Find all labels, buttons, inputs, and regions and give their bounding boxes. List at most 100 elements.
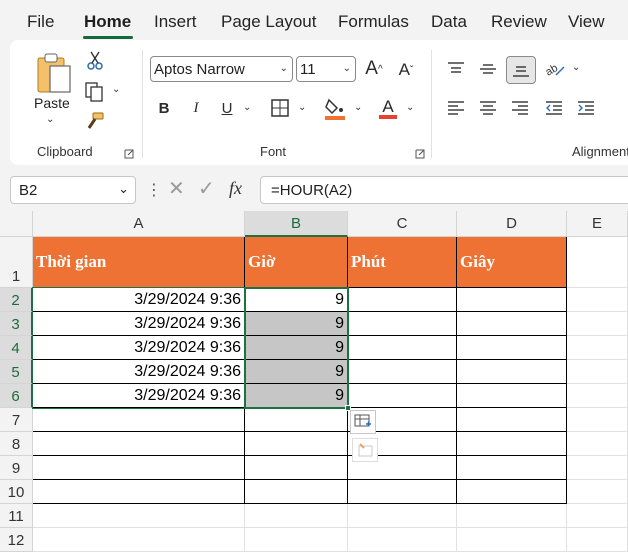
table-cell[interactable] xyxy=(348,384,457,408)
borders-dropdown-icon[interactable]: ⌄ xyxy=(298,102,306,113)
cell[interactable] xyxy=(567,312,628,336)
table-cell[interactable]: 9 xyxy=(245,288,348,312)
cell[interactable] xyxy=(567,504,628,528)
row-header-8[interactable]: 8 xyxy=(0,432,33,456)
font-color-icon[interactable]: A xyxy=(376,94,400,122)
column-header-b[interactable]: B xyxy=(245,211,348,237)
table-cell[interactable] xyxy=(457,312,567,336)
cell[interactable] xyxy=(348,528,457,552)
underline-icon[interactable]: U xyxy=(215,96,239,120)
table-cell[interactable] xyxy=(348,288,457,312)
table-cell[interactable]: 9 xyxy=(245,312,348,336)
decrease-indent-icon[interactable] xyxy=(542,96,566,120)
table-header-cell[interactable]: Thời gian xyxy=(33,237,245,288)
column-header-c[interactable]: C xyxy=(348,211,457,237)
more-options-icon[interactable]: ⋮ xyxy=(146,180,162,200)
cell[interactable] xyxy=(348,480,457,504)
font-launcher-icon[interactable] xyxy=(415,146,425,159)
cell[interactable] xyxy=(33,456,245,480)
table-cell[interactable]: 3/29/2024 9:36 xyxy=(33,360,245,384)
tab-file[interactable]: File xyxy=(27,12,54,32)
table-cell[interactable]: 3/29/2024 9:36 xyxy=(33,288,245,312)
enter-icon[interactable]: ✓ xyxy=(198,176,215,201)
insert-function-icon[interactable]: fx xyxy=(229,178,242,199)
tab-data[interactable]: Data xyxy=(431,12,467,32)
cell[interactable] xyxy=(33,528,245,552)
table-header-cell[interactable]: Giờ xyxy=(245,237,348,288)
cell[interactable] xyxy=(245,432,348,456)
decrease-font-size-icon[interactable]: Aˇ xyxy=(394,58,418,82)
row-header-3[interactable]: 3 xyxy=(0,312,33,336)
tab-view[interactable]: View xyxy=(568,12,605,32)
cell[interactable] xyxy=(348,504,457,528)
cell[interactable] xyxy=(33,432,245,456)
cell[interactable] xyxy=(457,408,567,432)
table-cell[interactable]: 9 xyxy=(245,336,348,360)
table-cell[interactable]: 3/29/2024 9:36 xyxy=(33,384,245,408)
orientation-dropdown-icon[interactable]: ⌄ xyxy=(572,62,580,73)
cell[interactable] xyxy=(245,504,348,528)
cut-icon[interactable] xyxy=(84,50,106,72)
cell[interactable] xyxy=(567,432,628,456)
tab-insert[interactable]: Insert xyxy=(154,12,197,32)
bold-icon[interactable]: B xyxy=(152,96,176,120)
orientation-icon[interactable]: ab xyxy=(542,56,568,82)
select-all-corner[interactable] xyxy=(0,211,33,237)
cell[interactable] xyxy=(567,384,628,408)
increase-indent-icon[interactable] xyxy=(574,96,598,120)
table-cell[interactable]: 9 xyxy=(245,384,348,408)
row-header-12[interactable]: 12 xyxy=(0,528,33,552)
row-header-5[interactable]: 5 xyxy=(0,360,33,384)
tab-review[interactable]: Review xyxy=(491,12,547,32)
font-name-dropdown[interactable]: Aptos Narrow ⌄ xyxy=(150,56,293,82)
italic-icon[interactable]: I xyxy=(184,96,208,120)
cell[interactable] xyxy=(457,528,567,552)
row-header-4[interactable]: 4 xyxy=(0,336,33,360)
underline-dropdown-icon[interactable]: ⌄ xyxy=(243,102,251,113)
clipboard-launcher-icon[interactable] xyxy=(124,146,134,159)
formula-input[interactable]: =HOUR(A2) xyxy=(260,176,628,204)
cell[interactable] xyxy=(457,432,567,456)
fill-color-icon[interactable] xyxy=(322,94,348,122)
row-header-6[interactable]: 6 xyxy=(0,384,33,408)
auto-fill-options-icon[interactable] xyxy=(352,438,378,462)
table-cell[interactable] xyxy=(348,336,457,360)
align-right-icon[interactable] xyxy=(508,96,532,120)
cell[interactable] xyxy=(245,408,348,432)
paste-icon[interactable] xyxy=(32,50,76,98)
cell[interactable] xyxy=(567,408,628,432)
fill-color-dropdown-icon[interactable]: ⌄ xyxy=(354,102,362,113)
cell[interactable] xyxy=(567,336,628,360)
table-header-cell[interactable]: Giây xyxy=(457,237,567,288)
table-cell[interactable] xyxy=(348,360,457,384)
cell[interactable] xyxy=(457,480,567,504)
paste-button[interactable]: Paste xyxy=(34,95,70,111)
cell[interactable] xyxy=(567,480,628,504)
cell[interactable] xyxy=(567,456,628,480)
row-header-7[interactable]: 7 xyxy=(0,408,33,432)
paste-dropdown-icon[interactable]: ⌄ xyxy=(46,114,54,125)
cell[interactable] xyxy=(567,360,628,384)
copy-dropdown-icon[interactable]: ⌄ xyxy=(112,84,120,95)
cell[interactable] xyxy=(245,480,348,504)
cell[interactable] xyxy=(457,504,567,528)
table-cell[interactable] xyxy=(457,384,567,408)
quick-analysis-icon[interactable] xyxy=(350,410,376,434)
table-cell[interactable]: 3/29/2024 9:36 xyxy=(33,312,245,336)
align-left-icon[interactable] xyxy=(444,96,468,120)
tab-page-layout[interactable]: Page Layout xyxy=(221,12,316,32)
cell[interactable] xyxy=(245,456,348,480)
column-header-e[interactable]: E xyxy=(567,211,628,237)
table-header-cell[interactable]: Phút xyxy=(348,237,457,288)
align-center-icon[interactable] xyxy=(476,96,500,120)
increase-font-size-icon[interactable]: A ^ xyxy=(362,56,386,82)
row-header-9[interactable]: 9 xyxy=(0,456,33,480)
table-cell[interactable] xyxy=(348,312,457,336)
row-header-11[interactable]: 11 xyxy=(0,504,33,528)
table-cell[interactable]: 3/29/2024 9:36 xyxy=(33,336,245,360)
table-cell[interactable] xyxy=(457,288,567,312)
row-header-1[interactable]: 1 xyxy=(0,237,33,288)
cell[interactable] xyxy=(457,456,567,480)
table-cell[interactable] xyxy=(457,336,567,360)
table-cell[interactable]: 9 xyxy=(245,360,348,384)
